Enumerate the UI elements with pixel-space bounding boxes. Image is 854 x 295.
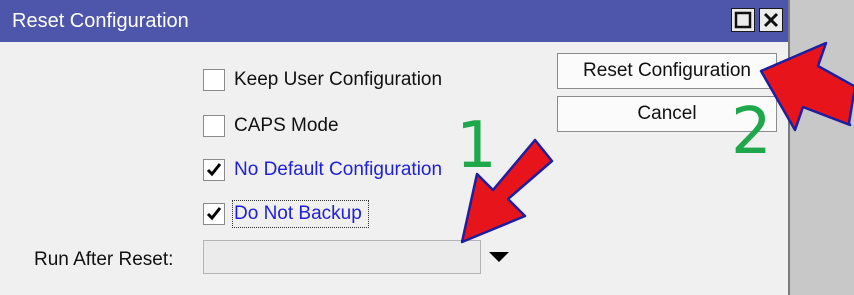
- triangle-down-icon[interactable]: [488, 250, 510, 264]
- step-2-annotation: 2: [731, 95, 772, 169]
- caps-mode-label[interactable]: CAPS Mode: [234, 114, 339, 138]
- no-default-config-label[interactable]: No Default Configuration: [234, 158, 442, 182]
- no-default-config-checkbox[interactable]: [203, 159, 225, 181]
- run-after-reset-label: Run After Reset:: [34, 249, 174, 270]
- checkmark-icon: [206, 163, 222, 177]
- do-not-backup-label[interactable]: Do Not Backup: [232, 200, 369, 228]
- run-after-reset-select[interactable]: [203, 240, 481, 274]
- close-icon: [763, 12, 779, 28]
- do-not-backup-checkbox[interactable]: [203, 203, 225, 225]
- reset-configuration-dialog: Reset Configuration Keep User Configurat…: [0, 0, 790, 295]
- maximize-button[interactable]: [731, 8, 755, 32]
- window-title: Reset Configuration: [12, 10, 189, 32]
- reset-configuration-button[interactable]: Reset Configuration: [557, 53, 777, 89]
- close-button[interactable]: [759, 8, 783, 32]
- desktop-background: [790, 0, 854, 295]
- caps-mode-checkbox[interactable]: [203, 115, 225, 137]
- step-1-annotation: 1: [456, 109, 497, 183]
- keep-user-config-checkbox[interactable]: [203, 69, 225, 91]
- screenshot-stage: Reset Configuration Keep User Configurat…: [0, 0, 854, 295]
- keep-user-config-label[interactable]: Keep User Configuration: [234, 68, 442, 92]
- square-icon: [734, 11, 752, 29]
- checkmark-icon: [206, 207, 222, 221]
- title-bar[interactable]: Reset Configuration: [0, 0, 788, 42]
